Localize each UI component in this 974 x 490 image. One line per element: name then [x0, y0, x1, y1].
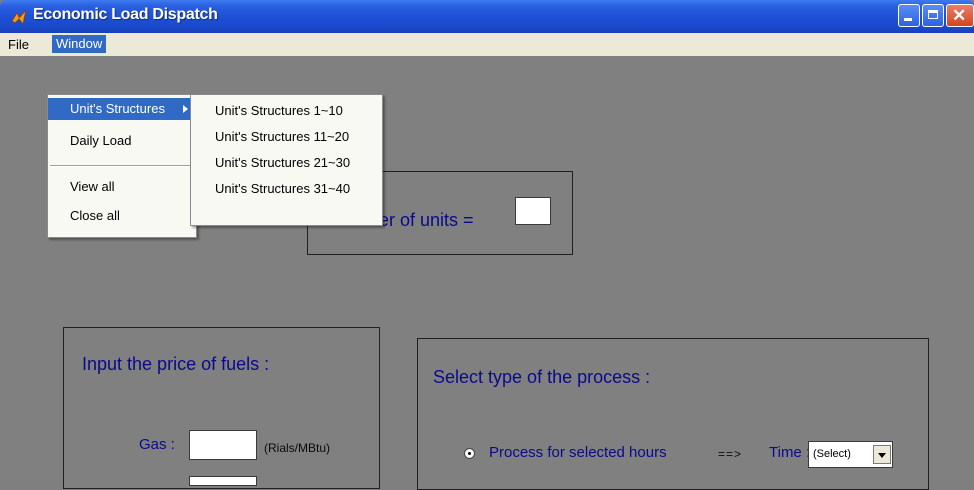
gas-price-input[interactable]: [189, 430, 257, 460]
minimize-icon[interactable]: [898, 4, 920, 27]
menu-item-daily-load[interactable]: Daily Load: [48, 130, 196, 152]
submenu-arrow-icon: [183, 105, 188, 113]
chevron-down-icon[interactable]: [873, 445, 891, 464]
menu-item-close-all[interactable]: Close all: [48, 205, 196, 227]
submenu-item-structures-11-20[interactable]: Unit's Structures 11~20: [191, 124, 382, 148]
menu-item-label: Close all: [70, 208, 120, 223]
process-panel-title: Select type of the process :: [433, 367, 651, 387]
submenu-item-label: Unit's Structures 21~30: [215, 155, 351, 170]
units-structures-submenu: Unit's Structures 1~10 Unit's Structures…: [190, 94, 383, 226]
menu-item-units-structures[interactable]: Unit's Structures: [48, 98, 196, 120]
submenu-item-structures-21-30[interactable]: Unit's Structures 21~30: [191, 150, 382, 174]
next-fuel-price-input[interactable]: [189, 476, 257, 486]
arrow-label: ==>: [718, 447, 743, 461]
menu-item-label: Unit's Structures: [70, 101, 165, 116]
submenu-item-structures-1-10[interactable]: Unit's Structures 1~10: [191, 98, 382, 122]
maximize-icon[interactable]: [922, 4, 944, 27]
submenu-item-label: Unit's Structures 1~10: [215, 103, 343, 118]
title-bar[interactable]: Economic Load Dispatch ✕: [0, 0, 974, 33]
menu-file[interactable]: File: [4, 36, 33, 53]
submenu-item-label: Unit's Structures 11~20: [215, 129, 350, 144]
window-menu-dropdown: Unit's Structures Daily Load View all Cl…: [47, 94, 197, 238]
matlab-icon: [11, 9, 27, 25]
gas-unit-label: (Rials/MBtu): [264, 441, 331, 455]
time-select-value: (Select): [813, 448, 851, 460]
fuels-panel: [63, 327, 380, 489]
time-label: Time :: [769, 444, 811, 461]
gas-label: Gas :: [139, 436, 175, 453]
menu-item-label: View all: [70, 179, 115, 194]
fuels-panel-title: Input the price of fuels :: [82, 354, 270, 374]
selected-hours-radio-label[interactable]: Process for selected hours: [489, 444, 667, 461]
number-of-units-input[interactable]: [515, 197, 551, 225]
menu-item-label: Daily Load: [70, 133, 132, 148]
number-of-units-label: er of units =: [379, 210, 474, 230]
close-icon[interactable]: ✕: [946, 4, 974, 27]
menu-window[interactable]: Window: [52, 35, 107, 53]
submenu-item-label: Unit's Structures 31~40: [215, 181, 351, 196]
window-title: Economic Load Dispatch: [33, 6, 218, 23]
menu-bar: File Window: [0, 33, 974, 56]
time-select[interactable]: (Select): [808, 441, 893, 468]
submenu-item-structures-31-40[interactable]: Unit's Structures 31~40: [191, 176, 382, 200]
menu-separator: [50, 165, 192, 167]
menu-item-view-all[interactable]: View all: [48, 176, 196, 198]
selected-hours-radio[interactable]: [464, 448, 475, 459]
